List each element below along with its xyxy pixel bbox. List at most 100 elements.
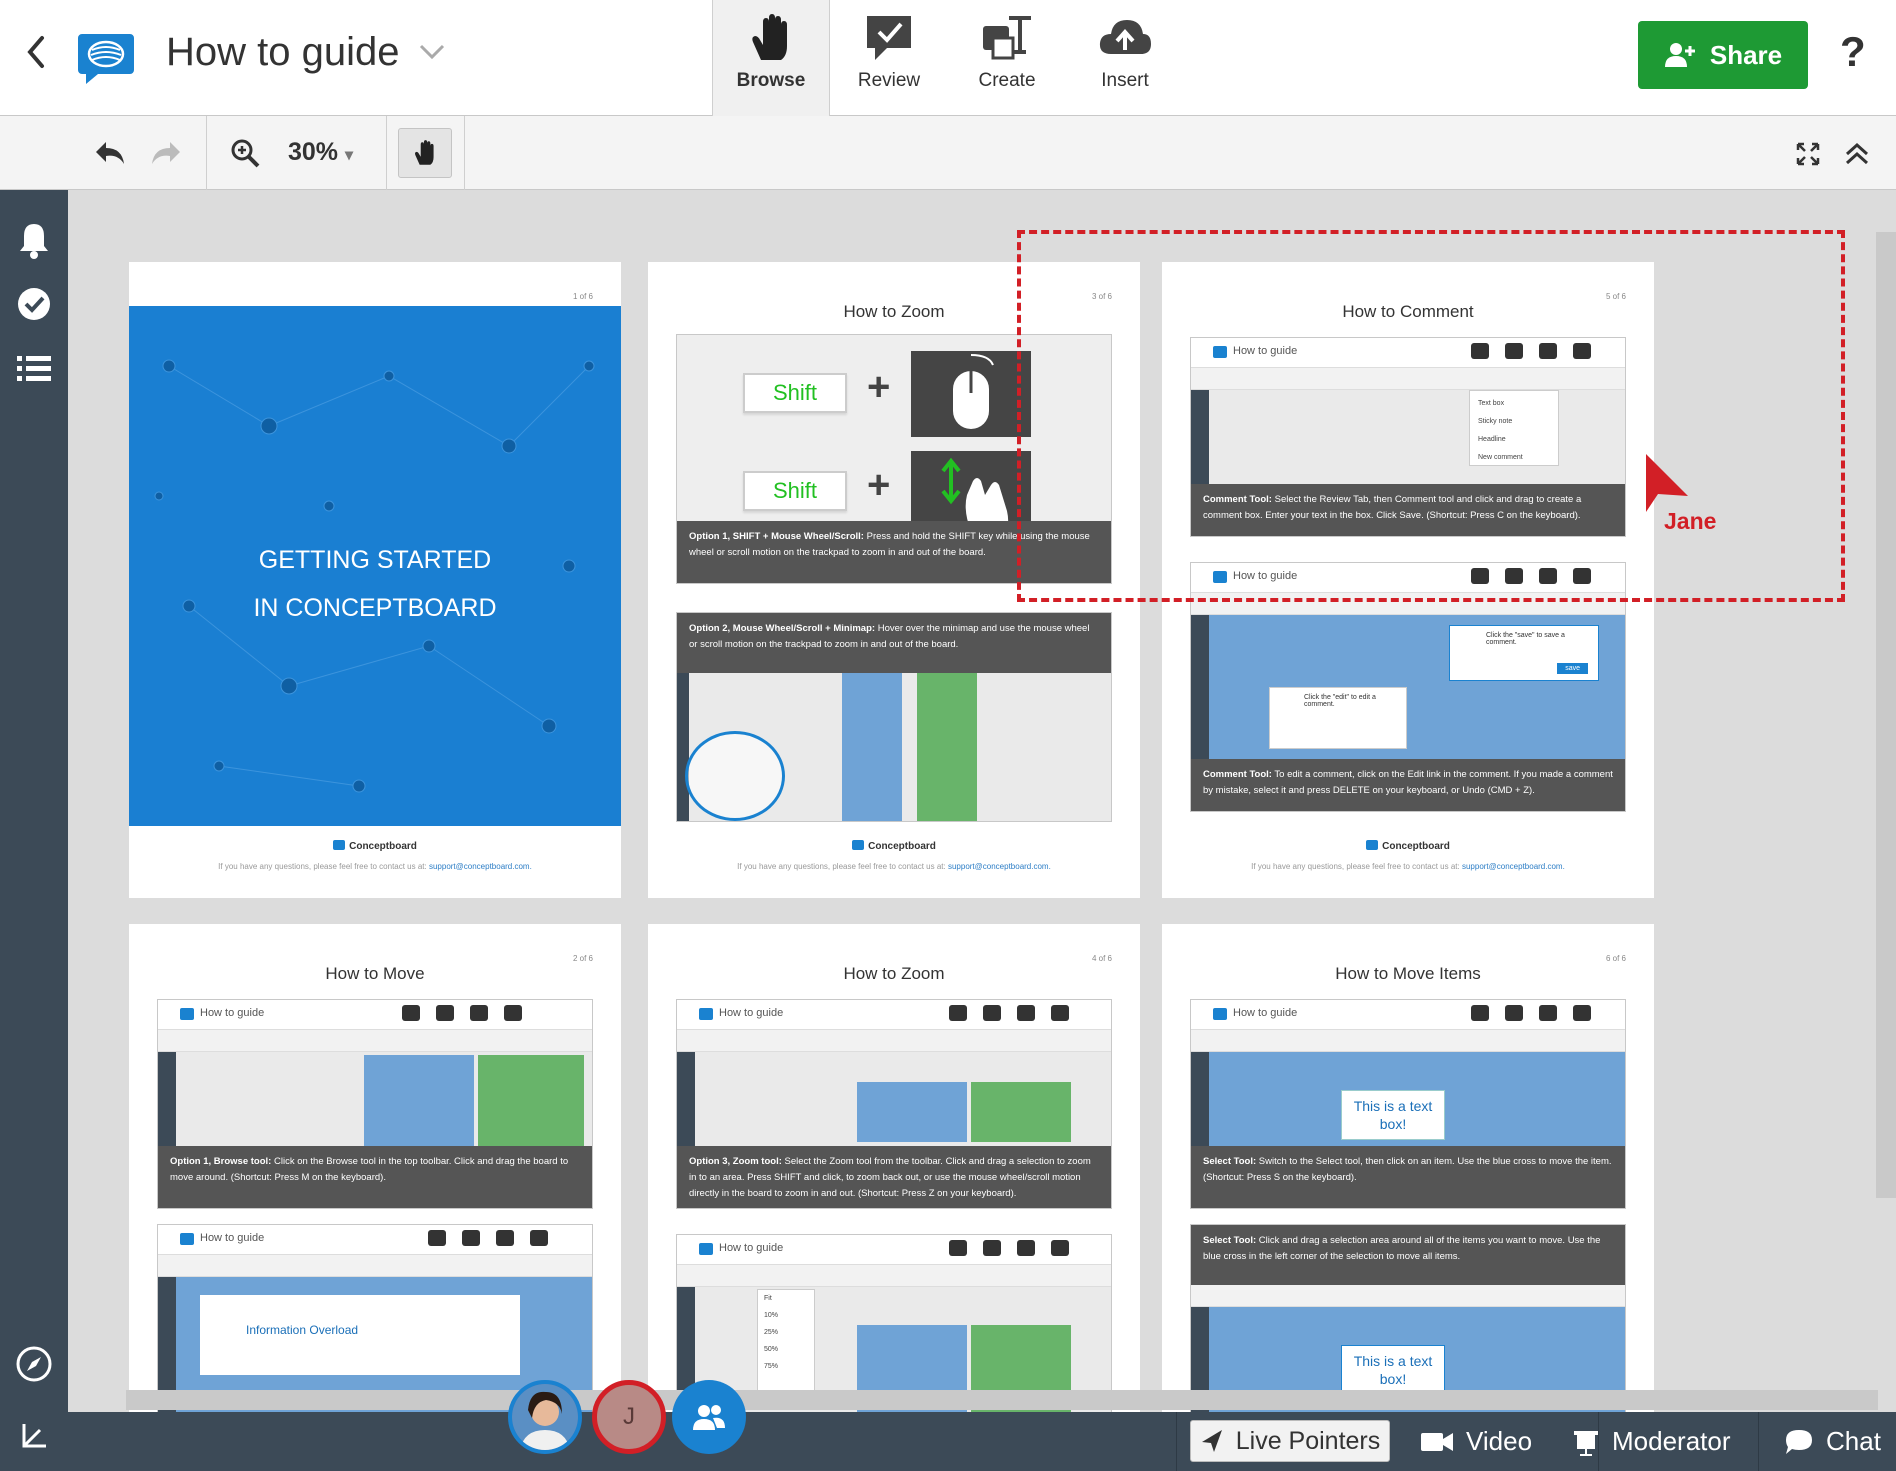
mini-sidebar [677, 673, 689, 821]
tab-create[interactable]: Create [948, 0, 1066, 116]
video-button[interactable]: Video [1420, 1412, 1532, 1471]
board-canvas[interactable]: 1 of 6 GETTING STARTED IN CONCEPTBOARD C… [68, 190, 1896, 1412]
zoom-icon[interactable] [230, 138, 260, 168]
presentation-icon [1574, 1430, 1598, 1456]
page-title: How to Zoom [843, 964, 945, 983]
mini-title: How to guide [1233, 1007, 1298, 1019]
mini-create-icon [1017, 1240, 1035, 1256]
zoom-option: 75% [764, 1363, 779, 1370]
caption-bold: Option 1, SHIFT + Mouse Wheel/Scroll: [689, 531, 864, 542]
mode-tabs: Browse Review Create Insert [712, 0, 1184, 116]
mini-toolbar [677, 1265, 1111, 1287]
undo-icon[interactable] [92, 138, 128, 168]
mini-insert-icon [1051, 1005, 1069, 1021]
zoom-level-select[interactable]: 30% ▾ [288, 138, 353, 167]
avatar[interactable]: J [592, 1380, 666, 1454]
video-label: Video [1466, 1426, 1533, 1456]
footer-email-link[interactable]: support@conceptboard.com. [429, 862, 532, 871]
hand-tool-button[interactable] [398, 128, 452, 178]
collapse-toolbar-icon[interactable] [1844, 142, 1870, 166]
tab-review[interactable]: Review [830, 0, 948, 116]
fullscreen-icon[interactable] [1796, 142, 1820, 166]
mini-logo-icon [699, 1008, 713, 1020]
cover-title-line2: IN CONCEPTBOARD [253, 594, 497, 622]
board-title[interactable]: How to guide [166, 30, 399, 75]
zoom-caret: ▾ [345, 147, 354, 164]
mini-header: How to guide [677, 1000, 1111, 1030]
chat-label: Chat [1826, 1426, 1881, 1456]
caption-text: Switch to the Select tool, then click on… [1203, 1156, 1612, 1183]
page-number: 2 of 6 [572, 954, 593, 963]
conceptboard-logo-icon [852, 840, 865, 850]
footer-brand-text: Conceptboard [868, 841, 936, 852]
comment-check-icon [867, 16, 911, 60]
moderator-button[interactable]: Moderator [1572, 1412, 1731, 1471]
minimap-toggle-icon[interactable] [14, 1416, 54, 1456]
conceptboard-logo-icon [78, 34, 134, 84]
select-screenshot-2: Select Tool: Click and drag a selection … [1190, 1224, 1626, 1412]
tab-review-label: Review [857, 70, 921, 91]
page-6[interactable]: 6 of 6 How to Move Items How to guide Th… [1162, 924, 1654, 1412]
help-button[interactable]: ? [1840, 28, 1866, 76]
invite-collaborators-button[interactable] [672, 1380, 746, 1454]
select-screenshot-1: How to guide This is a text box! Select … [1190, 999, 1626, 1209]
footer-text: If you have any questions, please feel f… [1251, 862, 1462, 871]
plus-sign: + [867, 365, 891, 409]
tab-insert[interactable]: Insert [1066, 0, 1184, 116]
info-card: Information Overload [200, 1295, 520, 1375]
page-footer-brand: Conceptboard [129, 840, 621, 852]
shift-key: Shift [743, 373, 847, 413]
caption: Option 1, Browse tool: Click on the Brow… [158, 1146, 592, 1208]
list-icon[interactable] [14, 348, 54, 388]
horizontal-scrollbar[interactable] [126, 1390, 1878, 1410]
bell-icon[interactable] [14, 220, 54, 260]
page-footer-brand: Conceptboard [1162, 840, 1654, 852]
avatar[interactable] [508, 1380, 582, 1454]
tab-create-label: Create [978, 70, 1036, 91]
mini-hand-icon [1471, 1005, 1489, 1021]
chevron-down-icon[interactable] [418, 42, 446, 62]
caption: Option 2, Mouse Wheel/Scroll + Minimap: … [677, 613, 1111, 673]
mini-logo-icon [699, 1243, 713, 1255]
page-footer-brand: Conceptboard [648, 840, 1140, 852]
user-photo [512, 1384, 578, 1450]
caption-bold: Option 3, Zoom tool: [689, 1156, 782, 1167]
footer-email-link[interactable]: support@conceptboard.com. [948, 862, 1051, 871]
back-chevron-icon[interactable] [22, 32, 52, 72]
mini-create-icon [1017, 1005, 1035, 1021]
page-4[interactable]: 4 of 6 How to Zoom How to guide Option 3… [648, 924, 1140, 1412]
zoom-screenshot-1: How to guide Option 3, Zoom tool: Select… [676, 999, 1112, 1209]
caption-bold: Option 2, Mouse Wheel/Scroll + Minimap: [689, 623, 876, 634]
compass-icon[interactable] [14, 1344, 54, 1384]
page-1[interactable]: 1 of 6 GETTING STARTED IN CONCEPTBOARD C… [129, 262, 621, 898]
redo-icon[interactable] [148, 138, 184, 168]
info-card-title: Information Overload [246, 1323, 359, 1337]
pointer-arrow-icon [1201, 1430, 1222, 1452]
checkmark-circle-icon[interactable] [14, 284, 54, 324]
live-pointers-button[interactable]: Live Pointers [1190, 1420, 1390, 1462]
mini-board-blue [842, 673, 902, 821]
comment-bubble-text: Click the "save" to save a comment. [1486, 632, 1565, 646]
caption-bold: Comment Tool: [1203, 769, 1272, 780]
caption-bold: Select Tool: [1203, 1156, 1257, 1167]
mini-board-green [478, 1055, 584, 1155]
footer-email-link[interactable]: support@conceptboard.com. [1462, 862, 1565, 871]
users-icon [1664, 43, 1695, 67]
bottom-divider [1176, 1412, 1177, 1471]
bottom-bar: Video Moderator Chat [68, 1412, 1896, 1471]
live-pointer-user: Jane [1664, 508, 1717, 534]
vertical-scrollbar[interactable] [1876, 232, 1896, 1198]
caption-text: Click and drag a selection area around a… [1203, 1235, 1601, 1262]
mini-insert-icon [530, 1230, 548, 1246]
chat-button[interactable]: Chat [1784, 1412, 1881, 1471]
mini-review-icon [1505, 1005, 1523, 1021]
tab-browse[interactable]: Browse [712, 0, 830, 116]
mini-board-green [971, 1082, 1071, 1142]
zoom-option: Fit [764, 1295, 772, 1302]
mini-toolbar [158, 1030, 592, 1052]
zoom-level: 30% [288, 138, 339, 166]
share-button[interactable]: Share [1638, 21, 1808, 89]
bottom-divider [1758, 1412, 1759, 1471]
page-2[interactable]: 2 of 6 How to Move How to guide Option 1… [129, 924, 621, 1412]
mini-header: How to guide [677, 1235, 1111, 1265]
